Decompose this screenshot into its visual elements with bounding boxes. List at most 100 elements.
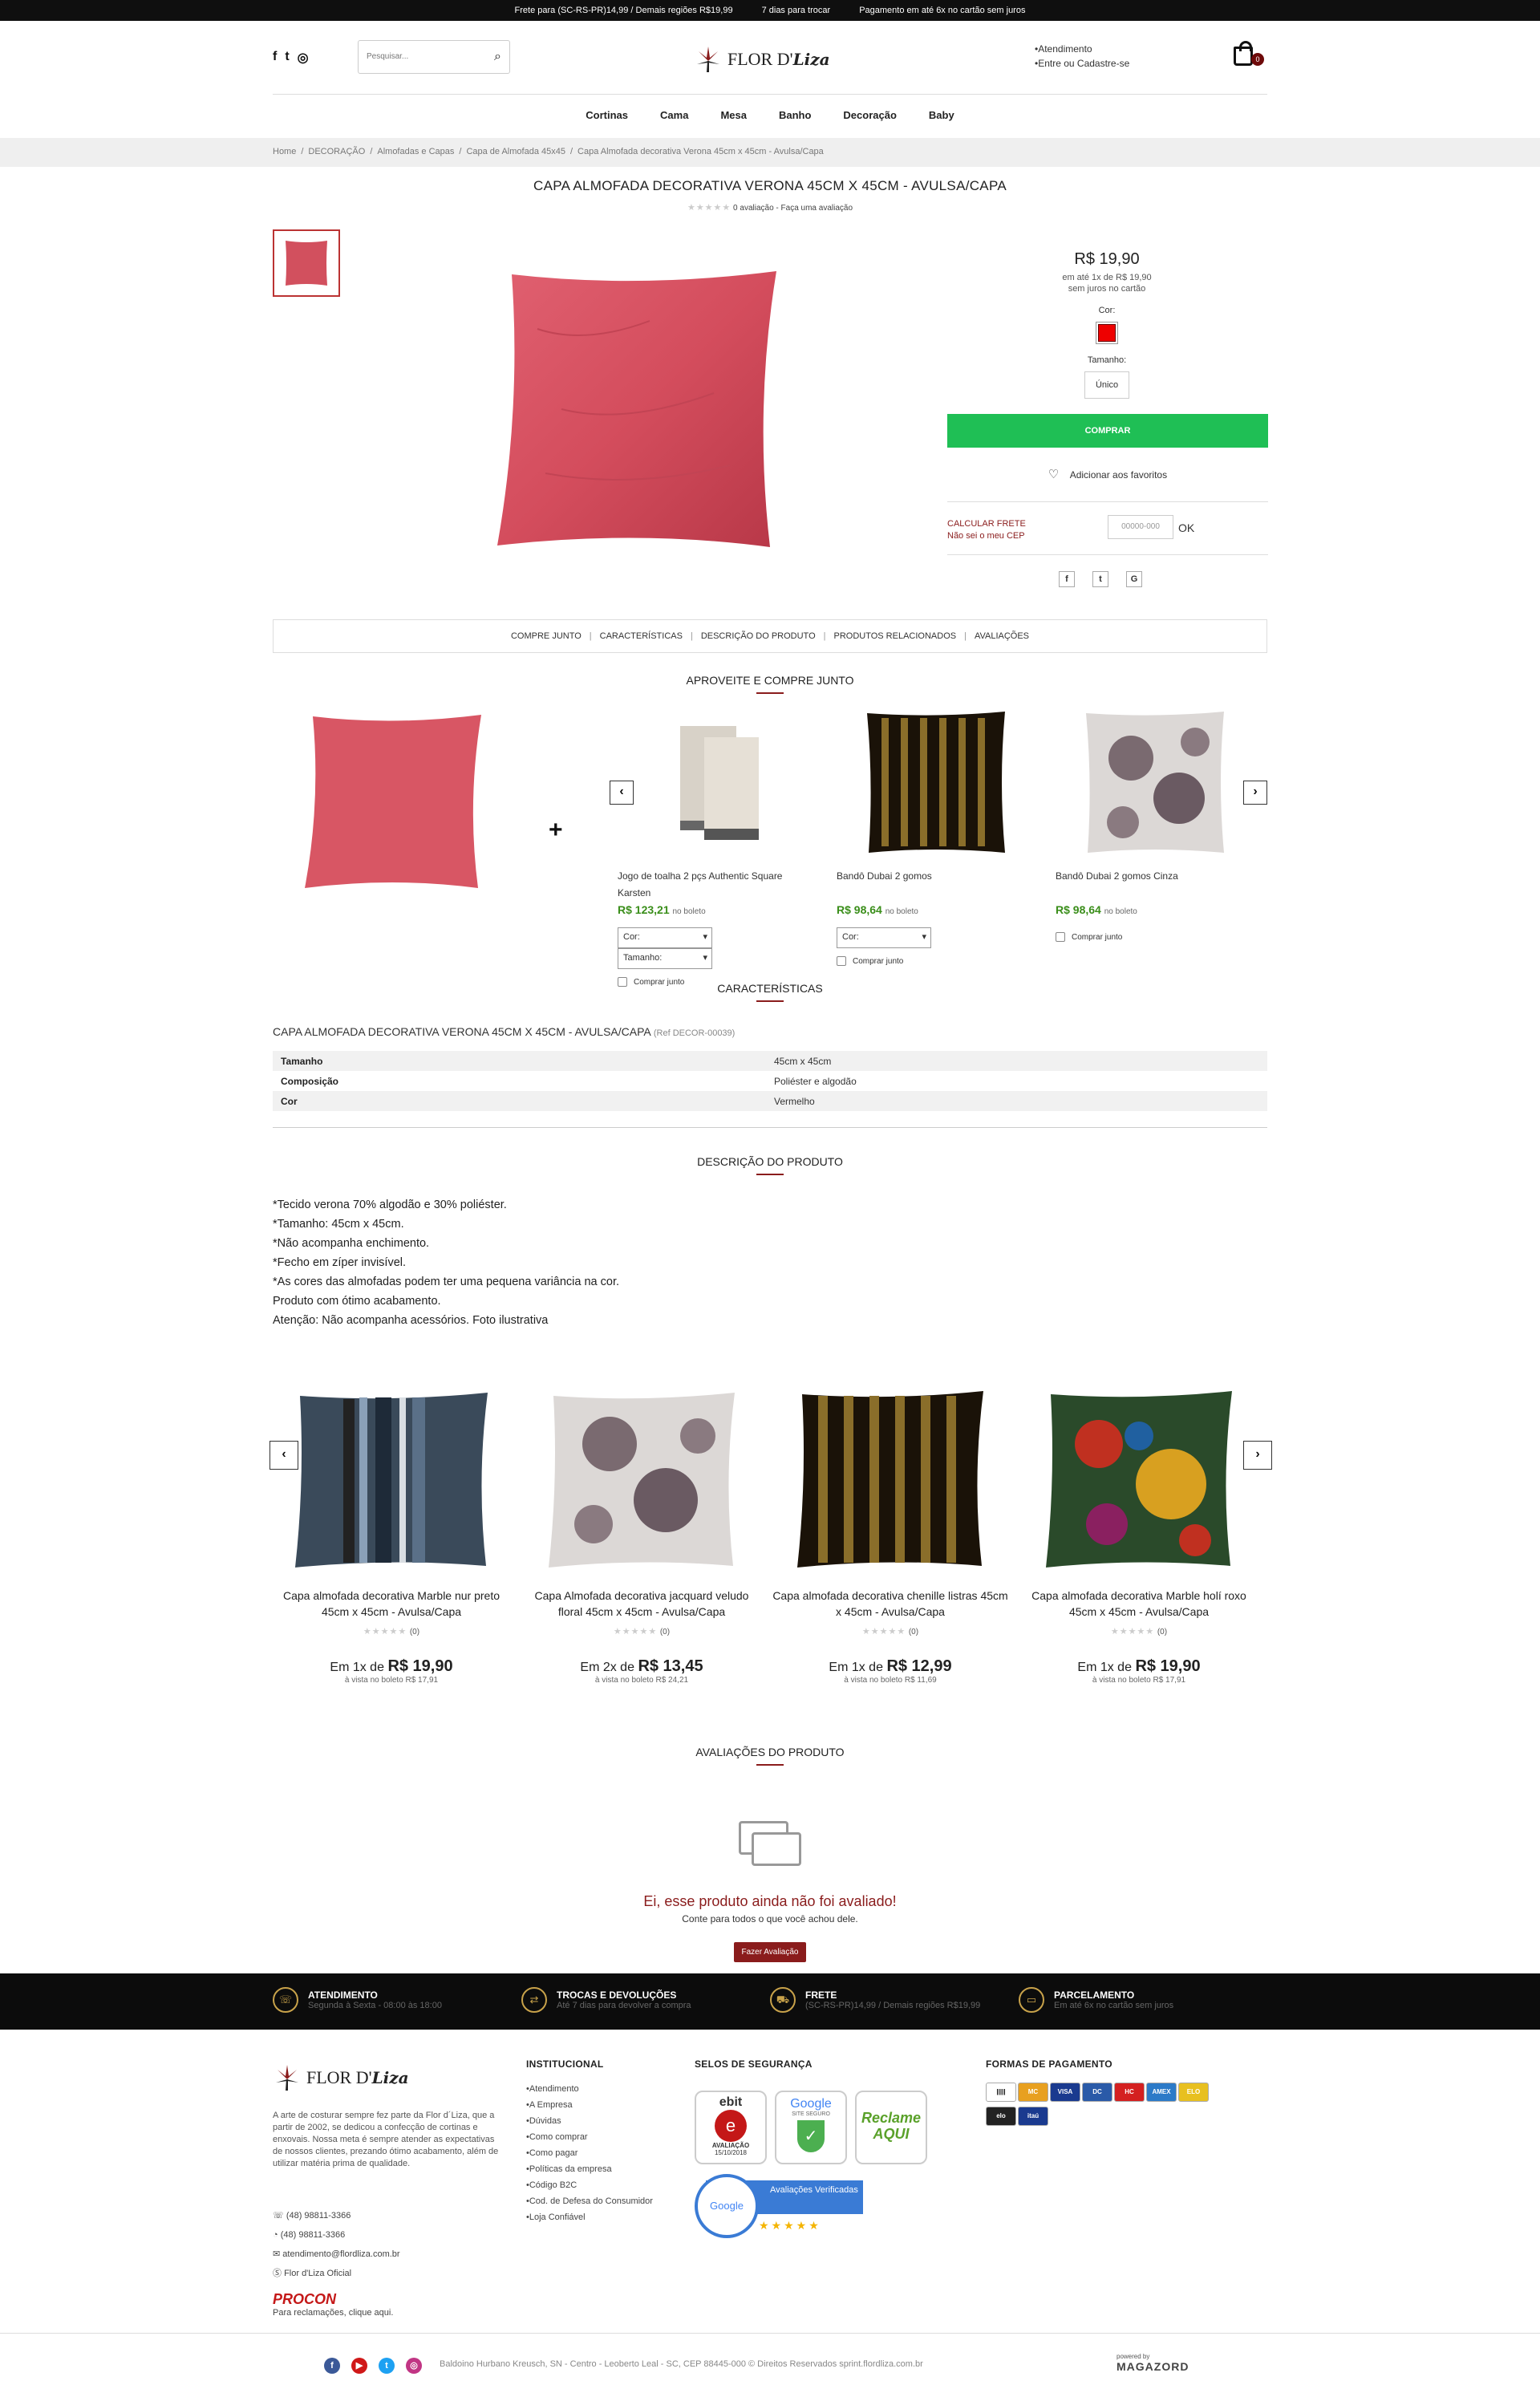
header-social-links: f t ◎ [273, 50, 309, 66]
cep-input[interactable]: 00000-000 [1108, 515, 1173, 539]
footer-link[interactable]: Dúvidas [526, 2113, 653, 2129]
footer-link[interactable]: Como pagar [526, 2145, 653, 2161]
contact-phone[interactable]: ☏ (48) 98811-3366 [273, 2206, 400, 2225]
site-logo[interactable]: FLOR D'Liza [694, 45, 830, 74]
instagram-icon[interactable]: ◎ [298, 50, 309, 66]
footer-link[interactable]: Políticas da empresa [526, 2161, 653, 2177]
buy-together-checkbox[interactable]: Comprar junto [837, 956, 1013, 966]
cep-ok-button[interactable]: OK [1178, 521, 1194, 534]
contact-email[interactable]: ✉ atendimento@flordliza.com.br [273, 2245, 400, 2264]
procon-link[interactable]: PROCON Para reclamações, clique aqui. [273, 2291, 393, 2318]
write-review-button[interactable]: Fazer Avaliação [733, 1942, 807, 1962]
ebit-seal[interactable]: ebit e AVALIAÇÃO 15/10/2018 [695, 2091, 767, 2164]
contact-skype[interactable]: Ⓢ Flor d'Liza Oficial [273, 2264, 400, 2283]
nav-item-baby[interactable]: Baby [929, 109, 954, 121]
color-label: Cor: [1098, 306, 1116, 315]
nav-item-cortinas[interactable]: Cortinas [586, 109, 628, 121]
rating-text[interactable]: 0 avaliação - Faça uma avaliação [733, 204, 853, 213]
twitter-icon[interactable]: t [285, 50, 289, 66]
item-name[interactable]: Bandô Dubai 2 gomos Cinza [1056, 868, 1232, 885]
add-to-favorites[interactable]: ♡ Adicionar aos favoritos [947, 465, 1268, 502]
chenille-stripes-pillow-image [797, 1391, 983, 1568]
announcement-payment: Pagamento em até 6x no cartão sem juros [859, 6, 1026, 15]
reclame-aqui-seal[interactable]: Reclame AQUI [855, 2091, 927, 2164]
color-select[interactable]: Cor: [618, 927, 712, 948]
product-thumbnail[interactable] [273, 229, 340, 297]
rating-stars: ★★★★★ [363, 1627, 407, 1637]
item-name[interactable]: Jogo de toalha 2 pçs Authentic Square Ka… [618, 868, 794, 902]
rating-stars: ★★★★★ [613, 1627, 658, 1637]
twitter-icon[interactable]: t [379, 2358, 395, 2374]
checkbox-label: Comprar junto [1072, 932, 1123, 942]
bando-dubai-cinza-image[interactable] [1083, 710, 1227, 854]
nav-item-mesa[interactable]: Mesa [720, 109, 747, 121]
item-name[interactable]: Bandô Dubai 2 gomos [837, 868, 1013, 885]
product-name: Capa almofada decorativa Marble nur pret… [282, 1589, 500, 1618]
whatsapp-icon: ◔ [273, 2230, 281, 2240]
share-google-icon[interactable]: G [1126, 571, 1142, 587]
product-rating: ★★★★★ (0) [770, 1624, 1011, 1637]
footer-link[interactable]: Loja Confiável [526, 2209, 653, 2225]
announcement-exchange: 7 dias para trocar [761, 6, 831, 15]
related-product-card[interactable]: Capa Almofada decorativa jacquard veludo… [521, 1388, 762, 1685]
search-icon[interactable]: ⌕ [494, 50, 501, 64]
footer-about: A arte de costurar sempre fez parte da F… [273, 2111, 499, 2168]
footer-logo[interactable]: FLOR D'Liza [273, 2063, 409, 2092]
facebook-icon[interactable]: f [273, 50, 277, 66]
tab-descricao[interactable]: DESCRIÇÃO DO PRODUTO [701, 631, 816, 641]
breadcrumb-home[interactable]: Home [273, 147, 296, 156]
share-facebook-icon[interactable]: f [1059, 571, 1075, 587]
lily-logo-icon [697, 47, 719, 72]
footer-link[interactable]: Cod. de Defesa do Consumidor [526, 2193, 653, 2209]
buy-button[interactable]: COMPRAR [947, 414, 1268, 448]
tab-avaliacoes[interactable]: AVALIAÇÕES [975, 631, 1029, 641]
google-reviews-seal[interactable]: Avaliações Verificadas Google ★★★★★ [695, 2174, 865, 2238]
info-subtitle: (SC-RS-PR)14,99 / Demais regiões R$19,99 [805, 2001, 981, 2010]
login-link[interactable]: Entre ou Cadastre-se [1035, 56, 1129, 71]
size-select[interactable]: Tamanho: [618, 948, 712, 969]
nav-item-banho[interactable]: Banho [779, 109, 811, 121]
related-product-card[interactable]: Capa almofada decorativa chenille listra… [770, 1388, 1011, 1685]
search-input[interactable]: Pesquisar... ⌕ [358, 40, 510, 74]
carousel-next-button[interactable]: › [1243, 781, 1267, 805]
footer-link[interactable]: Como comprar [526, 2129, 653, 2145]
breadcrumb-decoracao[interactable]: DECORAÇÃO [308, 147, 365, 156]
nav-item-cama[interactable]: Cama [660, 109, 688, 121]
unknown-cep-link[interactable]: Não sei o meu CEP [947, 530, 1026, 542]
related-product-card[interactable]: Capa almofada decorativa Marble nur pret… [271, 1388, 512, 1685]
footer-link[interactable]: A Empresa [526, 2097, 653, 2113]
cart-button[interactable]: 0 [1234, 41, 1264, 67]
facebook-icon[interactable]: f [324, 2358, 340, 2374]
attendance-link[interactable]: Atendimento [1035, 42, 1129, 56]
elo-icon: elo [986, 2107, 1016, 2126]
footer-link[interactable]: Atendimento [526, 2081, 653, 2097]
tab-relacionados[interactable]: PRODUTOS RELACIONADOS [833, 631, 956, 641]
footer-link[interactable]: Código B2C [526, 2177, 653, 2193]
row-key: Composição [281, 1075, 339, 1087]
diners-icon: DC [1082, 2083, 1112, 2102]
product-installments: em até 1x de R$ 19,90 sem juros no cartã… [946, 272, 1267, 294]
tab-compre-junto[interactable]: COMPRE JUNTO [511, 631, 582, 641]
google-safe-seal[interactable]: Google SITE SEGURO ✓ [775, 2091, 847, 2164]
bando-dubai-image[interactable] [864, 710, 1008, 854]
nav-item-decoracao[interactable]: Decoração [843, 109, 896, 121]
instagram-icon[interactable]: ◎ [406, 2358, 422, 2374]
breadcrumb-almofadas[interactable]: Almofadas e Capas [377, 147, 454, 156]
share-twitter-icon[interactable]: t [1092, 571, 1108, 587]
powered-by[interactable]: powered by MAGAZORD [1116, 2353, 1189, 2373]
size-option[interactable]: Único [1084, 371, 1129, 399]
breadcrumb-current: Capa Almofada decorativa Verona 45cm x 4… [578, 147, 824, 156]
contact-whatsapp[interactable]: ◔ (48) 98811-3366 [273, 2225, 400, 2245]
truck-icon: ⛟ [770, 1987, 796, 2013]
color-select[interactable]: Cor: [837, 927, 931, 948]
contact-text: Flor d'Liza Oficial [284, 2269, 352, 2278]
youtube-icon[interactable]: ▶ [351, 2358, 367, 2374]
buy-together-checkbox[interactable]: Comprar junto [1056, 932, 1232, 942]
breadcrumb-capa-45[interactable]: Capa de Almofada 45x45 [466, 147, 565, 156]
skype-icon: Ⓢ [273, 2269, 285, 2278]
tab-caracteristicas[interactable]: CARACTERÍSTICAS [600, 631, 683, 641]
towel-set-image[interactable] [650, 710, 794, 854]
price-prefix: Em 1x de [829, 1661, 883, 1674]
related-product-card[interactable]: Capa almofada decorativa Marble holí rox… [1019, 1388, 1259, 1685]
color-swatch-red[interactable] [1096, 322, 1118, 344]
